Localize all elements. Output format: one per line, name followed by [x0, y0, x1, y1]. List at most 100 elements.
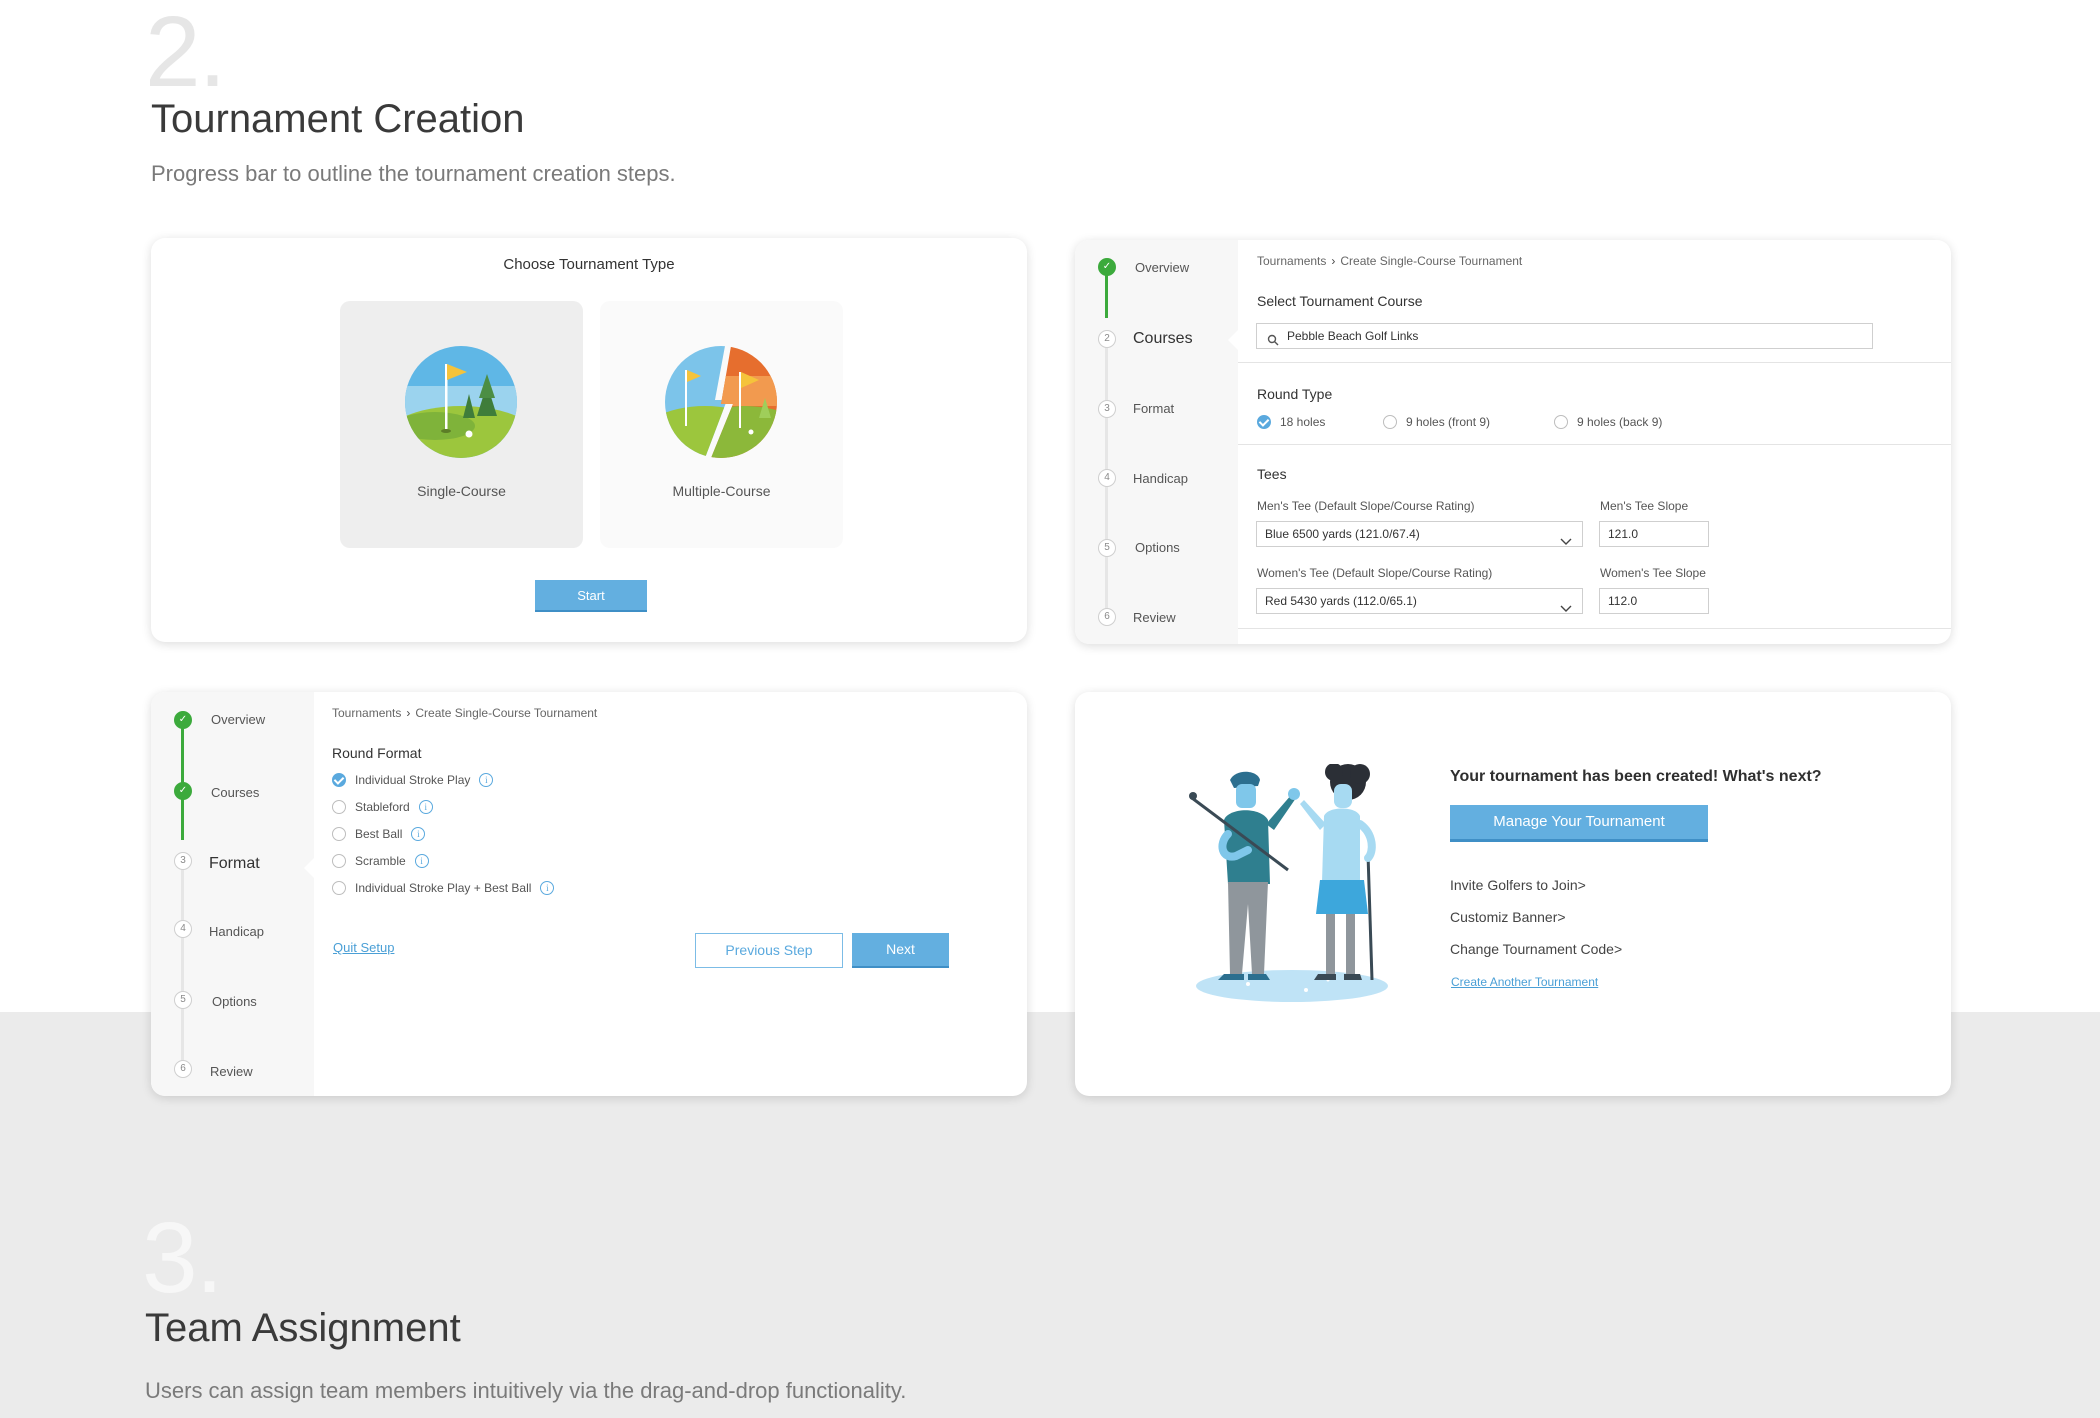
invite-golfers-link[interactable]: Invite Golfers to Join> — [1450, 877, 1586, 893]
info-icon[interactable]: i — [414, 854, 429, 868]
step-4-label[interactable]: Handicap — [1133, 471, 1188, 486]
mens-slope-input[interactable]: 121.0 — [1599, 521, 1709, 547]
format-stableford[interactable]: Stableford i — [332, 800, 433, 814]
step-5-label[interactable]: Options — [212, 994, 257, 1009]
step-6-dot[interactable]: 6 — [1098, 608, 1116, 626]
change-code-link[interactable]: Change Tournament Code> — [1450, 941, 1622, 957]
choose-type-title: Choose Tournament Type — [503, 256, 675, 273]
breadcrumb: Tournaments › Create Single-Course Tournam… — [1257, 254, 1522, 268]
step-1-done-check-icon[interactable]: ✓ — [174, 711, 192, 729]
select-course-label: Select Tournament Course — [1257, 293, 1423, 309]
format-step-card: ✓ Overview ✓ Courses 3 Format 4 Handicap… — [151, 692, 1027, 1096]
split-golf-flags-icon — [665, 346, 777, 458]
womens-slope-input[interactable]: 112.0 — [1599, 588, 1709, 614]
format-stroke-play-best-ball[interactable]: Individual Stroke Play + Best Ball i — [332, 881, 555, 895]
step-2-label[interactable]: Courses — [1133, 330, 1193, 348]
format-individual-stroke-play[interactable]: Individual Stroke Play i — [332, 773, 494, 787]
info-icon[interactable]: i — [479, 773, 494, 787]
format-best-ball[interactable]: Best Ball i — [332, 827, 426, 841]
radio-unchecked-icon — [332, 881, 346, 895]
step-1-done-check-icon[interactable]: ✓ — [1098, 258, 1116, 276]
section-description: Progress bar to outline the tournament c… — [151, 161, 676, 186]
chevron-down-icon — [1560, 530, 1572, 554]
step-6-label[interactable]: Review — [1133, 610, 1176, 625]
multiple-course-label: Multiple-Course — [672, 483, 771, 499]
active-step-pointer — [1228, 330, 1238, 350]
previous-step-button[interactable]: Previous Step — [695, 933, 843, 968]
info-icon[interactable]: i — [540, 881, 555, 895]
radio-label: 9 holes (front 9) — [1406, 415, 1491, 429]
divider — [1238, 628, 1951, 629]
radio-checked-icon — [332, 773, 346, 787]
divider — [1238, 444, 1951, 445]
format-scramble[interactable]: Scramble i — [332, 854, 429, 868]
step-4-label[interactable]: Handicap — [209, 924, 264, 939]
info-icon[interactable]: i — [418, 800, 433, 814]
info-icon[interactable]: i — [411, 827, 426, 841]
radio-unchecked-icon — [332, 800, 346, 814]
step-3-label[interactable]: Format — [209, 855, 260, 873]
step-2-label[interactable]: Courses — [211, 785, 259, 800]
multiple-course-option[interactable]: Multiple-Course — [600, 301, 843, 548]
section-title: Team Assignment — [145, 1306, 461, 1350]
mens-tee-value: Blue 6500 yards (121.0/67.4) — [1265, 527, 1420, 541]
step-5-dot[interactable]: 5 — [174, 991, 192, 1009]
radio-label: 18 holes — [1280, 415, 1326, 429]
radio-unchecked-icon — [332, 827, 346, 841]
step-5-dot[interactable]: 5 — [1098, 539, 1116, 557]
customize-banner-link[interactable]: Customiz Banner> — [1450, 909, 1566, 925]
step-connector — [181, 860, 184, 1076]
round-type-18-holes[interactable]: 18 holes — [1257, 415, 1325, 429]
radio-label: Individual Stroke Play — [355, 773, 471, 787]
womens-tee-value: Red 5430 yards (112.0/65.1) — [1265, 594, 1417, 608]
chevron-right-icon: › — [1331, 254, 1336, 268]
active-step-pointer — [304, 858, 314, 878]
step-1-label[interactable]: Overview — [211, 712, 265, 727]
start-button[interactable]: Start — [535, 580, 647, 612]
tees-label: Tees — [1257, 466, 1287, 482]
step-3-dot[interactable]: 3 — [174, 852, 192, 870]
golf-flag-icon — [405, 346, 517, 458]
radio-unchecked-icon — [332, 854, 346, 868]
step-2-dot[interactable]: 2 — [1098, 330, 1116, 348]
manage-tournament-button[interactable]: Manage Your Tournament — [1450, 805, 1708, 842]
womens-tee-select[interactable]: Red 5430 yards (112.0/65.1) — [1256, 588, 1583, 614]
quit-setup-link[interactable]: Quit Setup — [333, 940, 394, 955]
chevron-down-icon — [1560, 597, 1572, 621]
step-4-dot[interactable]: 4 — [1098, 469, 1116, 487]
single-course-label: Single-Course — [417, 483, 506, 499]
breadcrumb-root-link[interactable]: Tournaments — [332, 706, 401, 720]
round-type-label: Round Type — [1257, 386, 1333, 402]
step-3-dot[interactable]: 3 — [1098, 400, 1116, 418]
mens-tee-select[interactable]: Blue 6500 yards (121.0/67.4) — [1256, 521, 1583, 547]
radio-checked-icon — [1257, 415, 1271, 429]
mens-tee-label: Men's Tee (Default Slope/Course Rating) — [1257, 499, 1475, 513]
round-type-back-9[interactable]: 9 holes (back 9) — [1554, 415, 1662, 429]
step-6-label[interactable]: Review — [210, 1064, 253, 1079]
round-format-label: Round Format — [332, 745, 422, 761]
section-title: Tournament Creation — [151, 97, 525, 141]
radio-label: Individual Stroke Play + Best Ball — [355, 881, 532, 895]
section-number: 3. — [142, 1202, 223, 1314]
progress-stepper: ✓ Overview ✓ Courses 3 Format 4 Handicap… — [151, 692, 314, 1096]
course-search-input[interactable]: Pebble Beach Golf Links — [1256, 323, 1873, 349]
single-course-option[interactable]: Single-Course — [340, 301, 583, 548]
step-6-dot[interactable]: 6 — [174, 1060, 192, 1078]
womens-slope-label: Women's Tee Slope — [1600, 566, 1706, 580]
create-another-tournament-link[interactable]: Create Another Tournament — [1451, 975, 1598, 989]
breadcrumb-root-link[interactable]: Tournaments — [1257, 254, 1326, 268]
step-1-label[interactable]: Overview — [1135, 260, 1189, 275]
next-button[interactable]: Next — [852, 933, 949, 968]
radio-unchecked-icon — [1554, 415, 1568, 429]
step-3-label[interactable]: Format — [1133, 401, 1174, 416]
step-4-dot[interactable]: 4 — [174, 920, 192, 938]
step-2-done-check-icon[interactable]: ✓ — [174, 782, 192, 800]
breadcrumb: Tournaments › Create Single-Course Tournam… — [332, 706, 597, 720]
womens-tee-label: Women's Tee (Default Slope/Course Rating… — [1257, 566, 1493, 580]
chevron-right-icon: › — [406, 706, 411, 720]
section-number: 2. — [145, 0, 226, 108]
radio-label: 9 holes (back 9) — [1577, 415, 1663, 429]
step-5-label[interactable]: Options — [1135, 540, 1180, 555]
round-type-front-9[interactable]: 9 holes (front 9) — [1383, 415, 1490, 429]
mens-slope-label: Men's Tee Slope — [1600, 499, 1689, 513]
